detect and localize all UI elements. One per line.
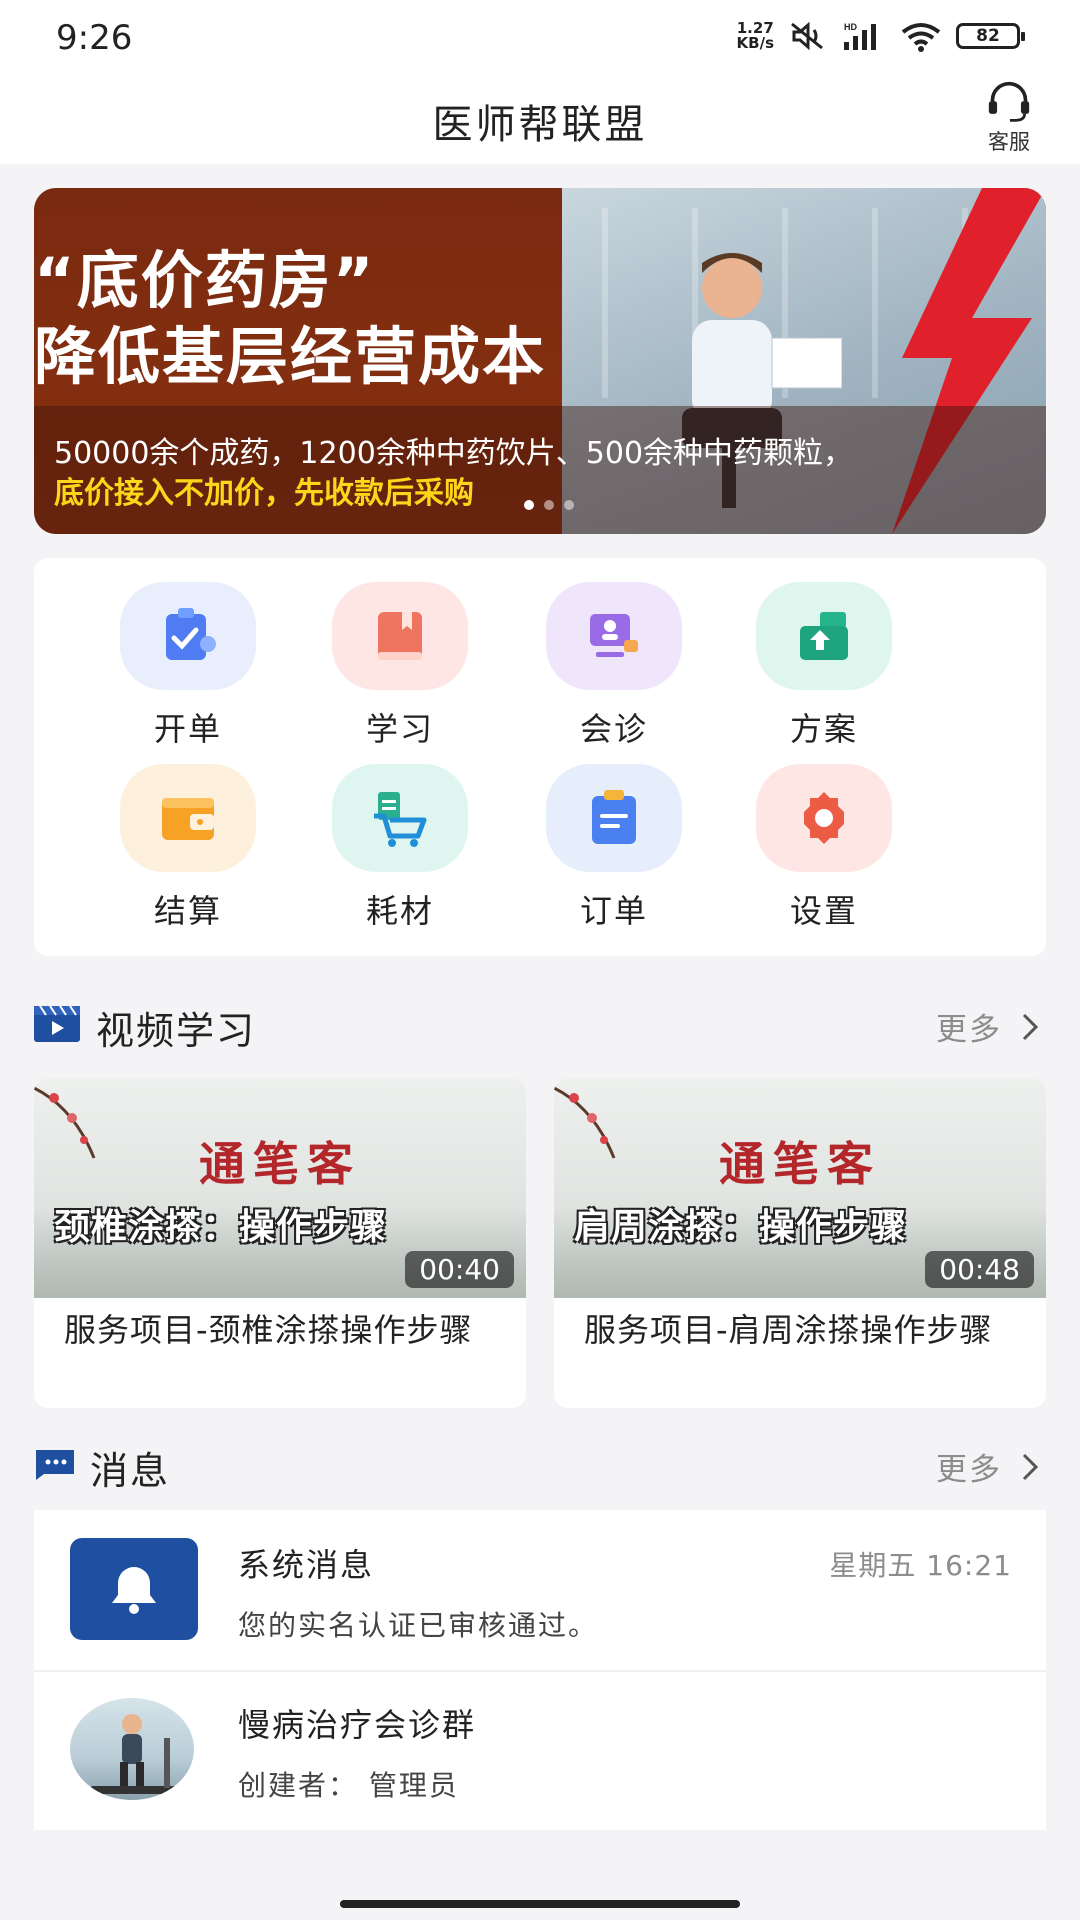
- video-card[interactable]: 通笔客 肩周涂搽：操作步骤 00:48 服务项目-肩周涂搽操作步骤: [554, 1078, 1046, 1408]
- video-duration: 00:40: [405, 1251, 514, 1288]
- message-preview: 您的实名认证已审核通过。: [238, 1609, 599, 1642]
- avatar: [70, 1698, 194, 1800]
- message-preview: 创建者： 管理员: [238, 1769, 459, 1802]
- headset-icon: [988, 81, 1030, 122]
- message-section-title: 消息: [90, 1449, 171, 1493]
- shortcut-plan[interactable]: 方案: [724, 582, 924, 752]
- grid-icon-bg: [332, 582, 468, 690]
- home-indicator[interactable]: [340, 1900, 740, 1908]
- message-item-group[interactable]: 慢病治疗会诊群 创建者： 管理员: [34, 1670, 1046, 1830]
- bell-icon: [112, 1567, 156, 1614]
- message-time: 星期五 16:21: [829, 1549, 1012, 1582]
- cart-icon: [374, 792, 427, 847]
- mute-icon: [791, 21, 823, 51]
- banner-desc-line1: 50000余个成药，1200余种中药饮片、500余种中药颗粒，: [54, 436, 854, 471]
- video-section-title: 视频学习: [96, 1009, 257, 1053]
- video-duration: 00:48: [925, 1251, 1034, 1288]
- order-icon: [592, 790, 636, 844]
- grid-icon-bg: [546, 764, 682, 872]
- app-header: 医师帮联盟 客服: [0, 80, 1080, 164]
- shortcut-study[interactable]: 学习: [300, 582, 500, 752]
- message-section-header: 消息 更多: [34, 1436, 1046, 1493]
- shortcut-grid: 开单 学习 会诊 方案 结算 耗材 订单 设置: [34, 558, 1046, 956]
- avatar: [70, 1538, 198, 1640]
- message-title: 系统消息: [238, 1546, 375, 1584]
- shortcut-settlement[interactable]: 结算: [88, 764, 288, 934]
- settings-icon: [804, 792, 844, 844]
- message-list: 系统消息 星期五 16:21 您的实名认证已审核通过。 慢病治疗会诊群 创建者：…: [34, 1510, 1046, 1830]
- shortcut-orders[interactable]: 订单: [514, 764, 714, 934]
- video-title: 服务项目-肩周涂搽操作步骤: [584, 1311, 993, 1349]
- status-time: 9:26: [56, 18, 133, 58]
- shortcut-consumables[interactable]: 耗材: [300, 764, 500, 934]
- message-more-link[interactable]: 更多: [936, 1444, 1040, 1489]
- grid-icon-bg: [756, 582, 892, 690]
- prescription-icon: [166, 608, 216, 660]
- message-title: 慢病治疗会诊群: [238, 1706, 477, 1744]
- banner-title-line2: 降低基层经营成本: [34, 320, 547, 393]
- shortcut-settings[interactable]: 设置: [724, 764, 924, 934]
- video-more-link[interactable]: 更多: [936, 1004, 1040, 1049]
- page-title: 医师帮联盟: [432, 102, 648, 148]
- grid-icon-bg: [756, 764, 892, 872]
- banner-pagination: [524, 500, 574, 510]
- banner-dot: [564, 500, 574, 510]
- banner-desc-line2: 底价接入不加价，先收款后采购: [54, 476, 474, 511]
- status-icons: 1.27 KB/s HD 82: [736, 19, 1025, 52]
- network-speed: 1.27 KB/s: [736, 19, 774, 52]
- grid-icon-bg: [332, 764, 468, 872]
- banner-dot: [524, 500, 534, 510]
- video-title: 服务项目-颈椎涂搽操作步骤: [64, 1311, 473, 1349]
- book-icon: [378, 612, 422, 660]
- video-card[interactable]: 通笔客 颈椎涂搽：操作步骤 00:40 服务项目-颈椎涂搽操作步骤: [34, 1078, 526, 1408]
- plan-box-icon: [800, 612, 848, 660]
- status-bar: 9:26 1.27 KB/s HD 82: [0, 0, 1080, 80]
- video-thumbnail: 通笔客 肩周涂搽：操作步骤 00:48: [554, 1078, 1046, 1298]
- battery-indicator: 82: [956, 23, 1025, 49]
- svg-text:HD: HD: [844, 22, 857, 32]
- shortcut-consultation[interactable]: 会诊: [514, 582, 714, 752]
- video-icon: [34, 1006, 80, 1042]
- chevron-right-icon: [1022, 1013, 1039, 1040]
- wallet-icon: [162, 798, 214, 840]
- signal-icon: HD: [844, 22, 876, 50]
- customer-service-button[interactable]: 客服: [978, 80, 1040, 156]
- grid-icon-bg: [546, 582, 682, 690]
- promo-banner[interactable]: “底价药房” 降低基层经营成本 50000余个成药，1200余种中药饮片、500…: [34, 188, 1046, 534]
- banner-dot: [544, 500, 554, 510]
- shortcut-prescribe[interactable]: 开单: [88, 582, 288, 752]
- consultation-icon: [590, 614, 638, 657]
- video-section-header: 视频学习 更多: [34, 996, 1046, 1053]
- treadmill-photo-icon: [90, 1714, 180, 1794]
- grid-icon-bg: [120, 764, 256, 872]
- message-item-system[interactable]: 系统消息 星期五 16:21 您的实名认证已审核通过。: [34, 1510, 1046, 1672]
- message-icon: [36, 1450, 74, 1480]
- video-thumbnail: 通笔客 颈椎涂搽：操作步骤 00:40: [34, 1078, 526, 1298]
- chevron-right-icon: [1022, 1453, 1039, 1480]
- grid-icon-bg: [120, 582, 256, 690]
- wifi-icon: [901, 23, 941, 52]
